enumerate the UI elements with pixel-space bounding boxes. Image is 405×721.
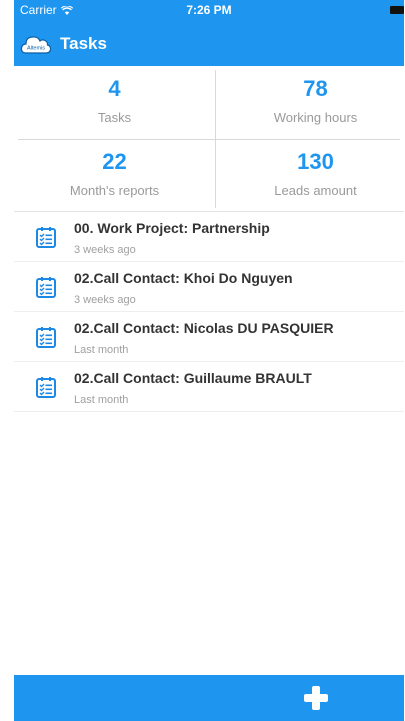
task-time: 3 weeks ago [74, 244, 136, 256]
task-title: 02.Call Contact: Guillaume BRAULT [74, 370, 312, 386]
logo-text: Altemis [27, 46, 45, 52]
nav-bar: Altemis Tasks [14, 24, 404, 64]
stat-leads-amount[interactable]: 130 Leads amount [215, 139, 405, 212]
task-time: Last month [74, 344, 129, 356]
task-list-item[interactable]: 02.Call Contact: Guillaume BRAULT Last m… [14, 362, 404, 412]
task-title: 02.Call Contact: Khoi Do Nguyen [74, 270, 293, 286]
task-list: 00. Work Project: Partnership 3 weeks ag… [14, 212, 404, 412]
stat-value: 4 [108, 76, 121, 101]
stat-tasks[interactable]: 4 Tasks [14, 66, 215, 139]
task-time: 3 weeks ago [74, 294, 136, 306]
stat-label: Tasks [97, 110, 132, 125]
checklist-icon [36, 226, 56, 248]
task-list-item[interactable]: 00. Work Project: Partnership 3 weeks ag… [14, 212, 404, 262]
status-time: 7:26 PM [186, 3, 232, 17]
task-list-item[interactable]: 02.Call Contact: Nicolas DU PASQUIER Las… [14, 312, 404, 362]
stat-value: 22 [102, 149, 127, 174]
stat-label: Working hours [273, 110, 358, 125]
checklist-icon [36, 376, 56, 398]
task-time: Last month [74, 394, 129, 406]
stat-value: 130 [297, 149, 334, 174]
task-list-item[interactable]: 02.Call Contact: Khoi Do Nguyen 3 weeks … [14, 262, 404, 312]
stat-label: Leads amount [274, 183, 357, 198]
status-bar: Carrier 7:26 PM [14, 0, 404, 20]
checklist-icon [36, 276, 56, 298]
stat-label: Month's reports [69, 183, 160, 198]
battery-icon [390, 6, 404, 14]
app-logo-icon: Altemis [20, 32, 52, 56]
plus-icon[interactable] [304, 686, 328, 710]
stats-horizontal-divider [18, 139, 400, 140]
checklist-icon [36, 326, 56, 348]
top-bar: Carrier 7:26 PM Altemis Tasks [14, 0, 404, 66]
task-title: 00. Work Project: Partnership [74, 220, 270, 236]
stat-value: 78 [303, 76, 328, 101]
stat-working-hours[interactable]: 78 Working hours [215, 66, 405, 139]
stat-month-reports[interactable]: 22 Month's reports [14, 139, 215, 212]
stats-grid: 4 Tasks 78 Working hours 22 Month's repo… [14, 66, 404, 212]
bottom-bar [14, 675, 404, 721]
task-title: 02.Call Contact: Nicolas DU PASQUIER [74, 320, 334, 336]
tasks-screen: Carrier 7:26 PM Altemis Tasks 4 Tasks 78… [0, 0, 405, 721]
page-title: Tasks [60, 34, 107, 53]
